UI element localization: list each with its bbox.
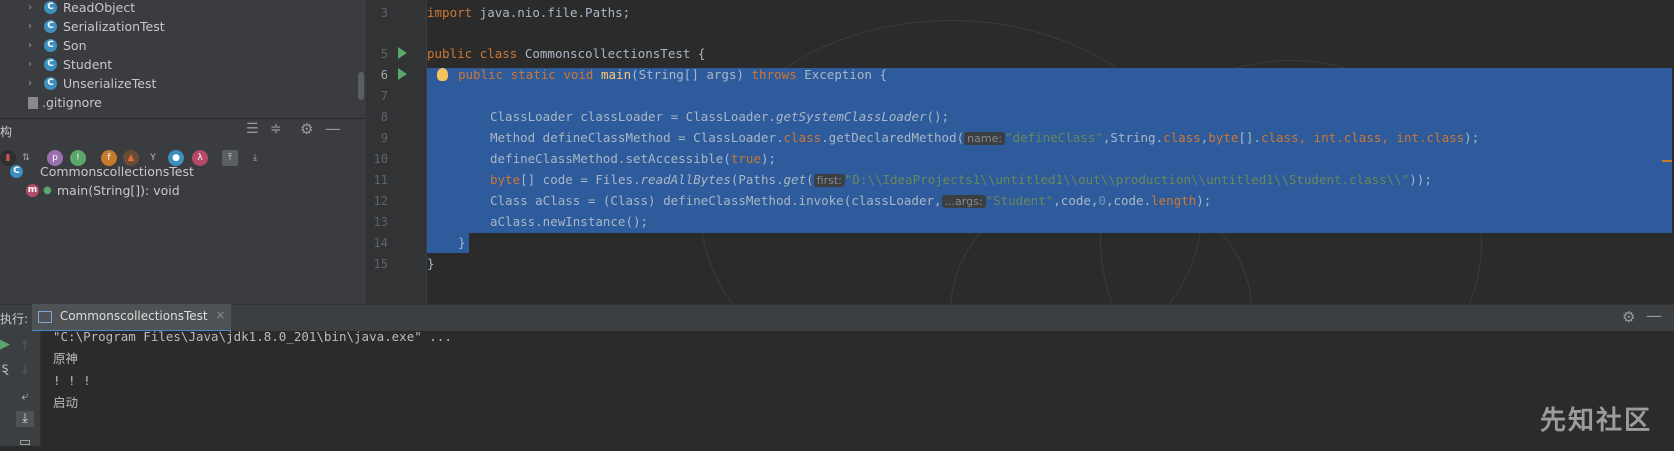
console-line: 启动 [53, 395, 79, 410]
soft-wrap-icon[interactable]: ⤶ [16, 389, 34, 405]
class-icon: C [44, 39, 57, 52]
print-icon[interactable]: ▭ [16, 435, 34, 451]
run-side-toolbar: ▶ ↑ ȿ ↓ ⤶ ⤓ ▭ [0, 331, 41, 450]
code-line-10: defineClassMethod.setAccessible(true); [490, 151, 776, 166]
gear-icon[interactable]: ⚙ [1622, 308, 1635, 326]
wrench-icon[interactable]: ȿ [0, 361, 10, 377]
minimize-icon[interactable]: — [325, 119, 341, 138]
tree-item-serializationtest[interactable]: › C SerializationTest [0, 17, 340, 37]
code-line-15: } [427, 256, 435, 271]
scroll-to-end-icon[interactable]: ⤓ [16, 411, 34, 427]
watermark-text: 先知社区 [1539, 406, 1652, 436]
line-number: 10 [373, 152, 388, 166]
collapse-all-icon[interactable]: ≑ [270, 121, 282, 137]
code-line-6: public static void main(String[] args) t… [458, 67, 887, 82]
line-number: 6 [380, 68, 388, 82]
gear-icon[interactable]: ⚙ [300, 120, 313, 138]
line-number: 11 [373, 173, 388, 187]
console-line: 原神 [53, 351, 79, 366]
tree-item-student[interactable]: › C Student [0, 55, 340, 75]
line-number: 5 [380, 47, 388, 61]
file-icon [28, 97, 38, 109]
lightbulb-icon[interactable] [437, 68, 448, 81]
line-number: 15 [373, 257, 388, 271]
down-arrow-icon[interactable]: ↓ [16, 363, 34, 379]
code-line-12: Class aClass = (Class) defineClassMethod… [490, 193, 1212, 208]
param-hint: first: [813, 174, 845, 187]
code-line-3: import java.nio.file.Paths; [427, 5, 631, 20]
expand-all-icon[interactable]: ☰ [246, 121, 259, 137]
line-number: 9 [380, 131, 388, 145]
project-scrollbar[interactable] [358, 72, 364, 100]
line-number: 13 [373, 215, 388, 229]
expand-arrow-icon[interactable]: › [28, 55, 32, 75]
close-tab-icon[interactable]: × [215, 308, 225, 322]
class-icon: C [44, 58, 57, 71]
code-line-8: ClassLoader classLoader = ClassLoader.ge… [490, 109, 950, 124]
code-line-5: public class CommonscollectionsTest { [427, 46, 706, 61]
param-hint: ...args: [941, 195, 986, 208]
structure-method-item[interactable]: m ● main(String[]): void [0, 181, 360, 201]
console-icon [38, 311, 52, 323]
run-main-icon[interactable] [398, 68, 407, 80]
line-number: 3 [380, 6, 388, 20]
param-hint: name: [964, 132, 1006, 145]
expand-arrow-icon[interactable]: › [28, 36, 32, 56]
class-icon: C [44, 77, 57, 90]
class-icon: C [44, 20, 57, 33]
console-line: "C:\Program Files\Java\jdk1.8.0_201\bin\… [53, 329, 452, 344]
minimize-icon[interactable]: — [1646, 306, 1662, 325]
line-number: 8 [380, 110, 388, 124]
code-line-14: } [458, 235, 466, 250]
up-arrow-icon[interactable]: ↑ [16, 339, 34, 355]
structure-title: 构 [0, 125, 13, 139]
code-line-13: aClass.newInstance(); [490, 214, 649, 229]
unlock-icon: ● [43, 185, 52, 196]
rerun-icon[interactable]: ▶ [0, 337, 10, 353]
expand-arrow-icon[interactable]: › [28, 74, 32, 94]
expand-arrow-icon[interactable]: › [28, 17, 32, 37]
warning-stripe-marker[interactable] [1662, 160, 1672, 162]
run-class-icon[interactable] [398, 47, 407, 59]
tree-item-gitignore[interactable]: .gitignore [0, 93, 340, 113]
line-number: 12 [373, 194, 388, 208]
method-icon: m [26, 184, 39, 197]
run-panel-label: 执行: [0, 312, 29, 326]
console-line: ! ! ! [53, 373, 91, 388]
code-line-11: byte[] code = Files.readAllBytes(Paths.g… [490, 172, 1432, 187]
tree-item-son[interactable]: › C Son [0, 36, 340, 56]
line-number: 7 [380, 89, 388, 103]
expand-arrow-icon[interactable]: › [28, 0, 32, 18]
code-line-9: Method defineClassMethod = ClassLoader.c… [490, 130, 1480, 145]
run-tab-title: CommonscollectionsTest [59, 309, 208, 323]
class-icon: C [10, 165, 23, 178]
tree-item-unserializetest[interactable]: › C UnserializeTest [0, 74, 340, 94]
console-output[interactable] [41, 331, 1674, 446]
line-number: 14 [373, 236, 388, 250]
structure-header: 构 ☰ ≑ ⚙ — [0, 118, 366, 143]
structure-class-item[interactable]: C CommonscollectionsTest [0, 162, 360, 182]
class-icon: C [44, 1, 57, 14]
tree-item-readobject[interactable]: › C ReadObject [0, 0, 340, 18]
